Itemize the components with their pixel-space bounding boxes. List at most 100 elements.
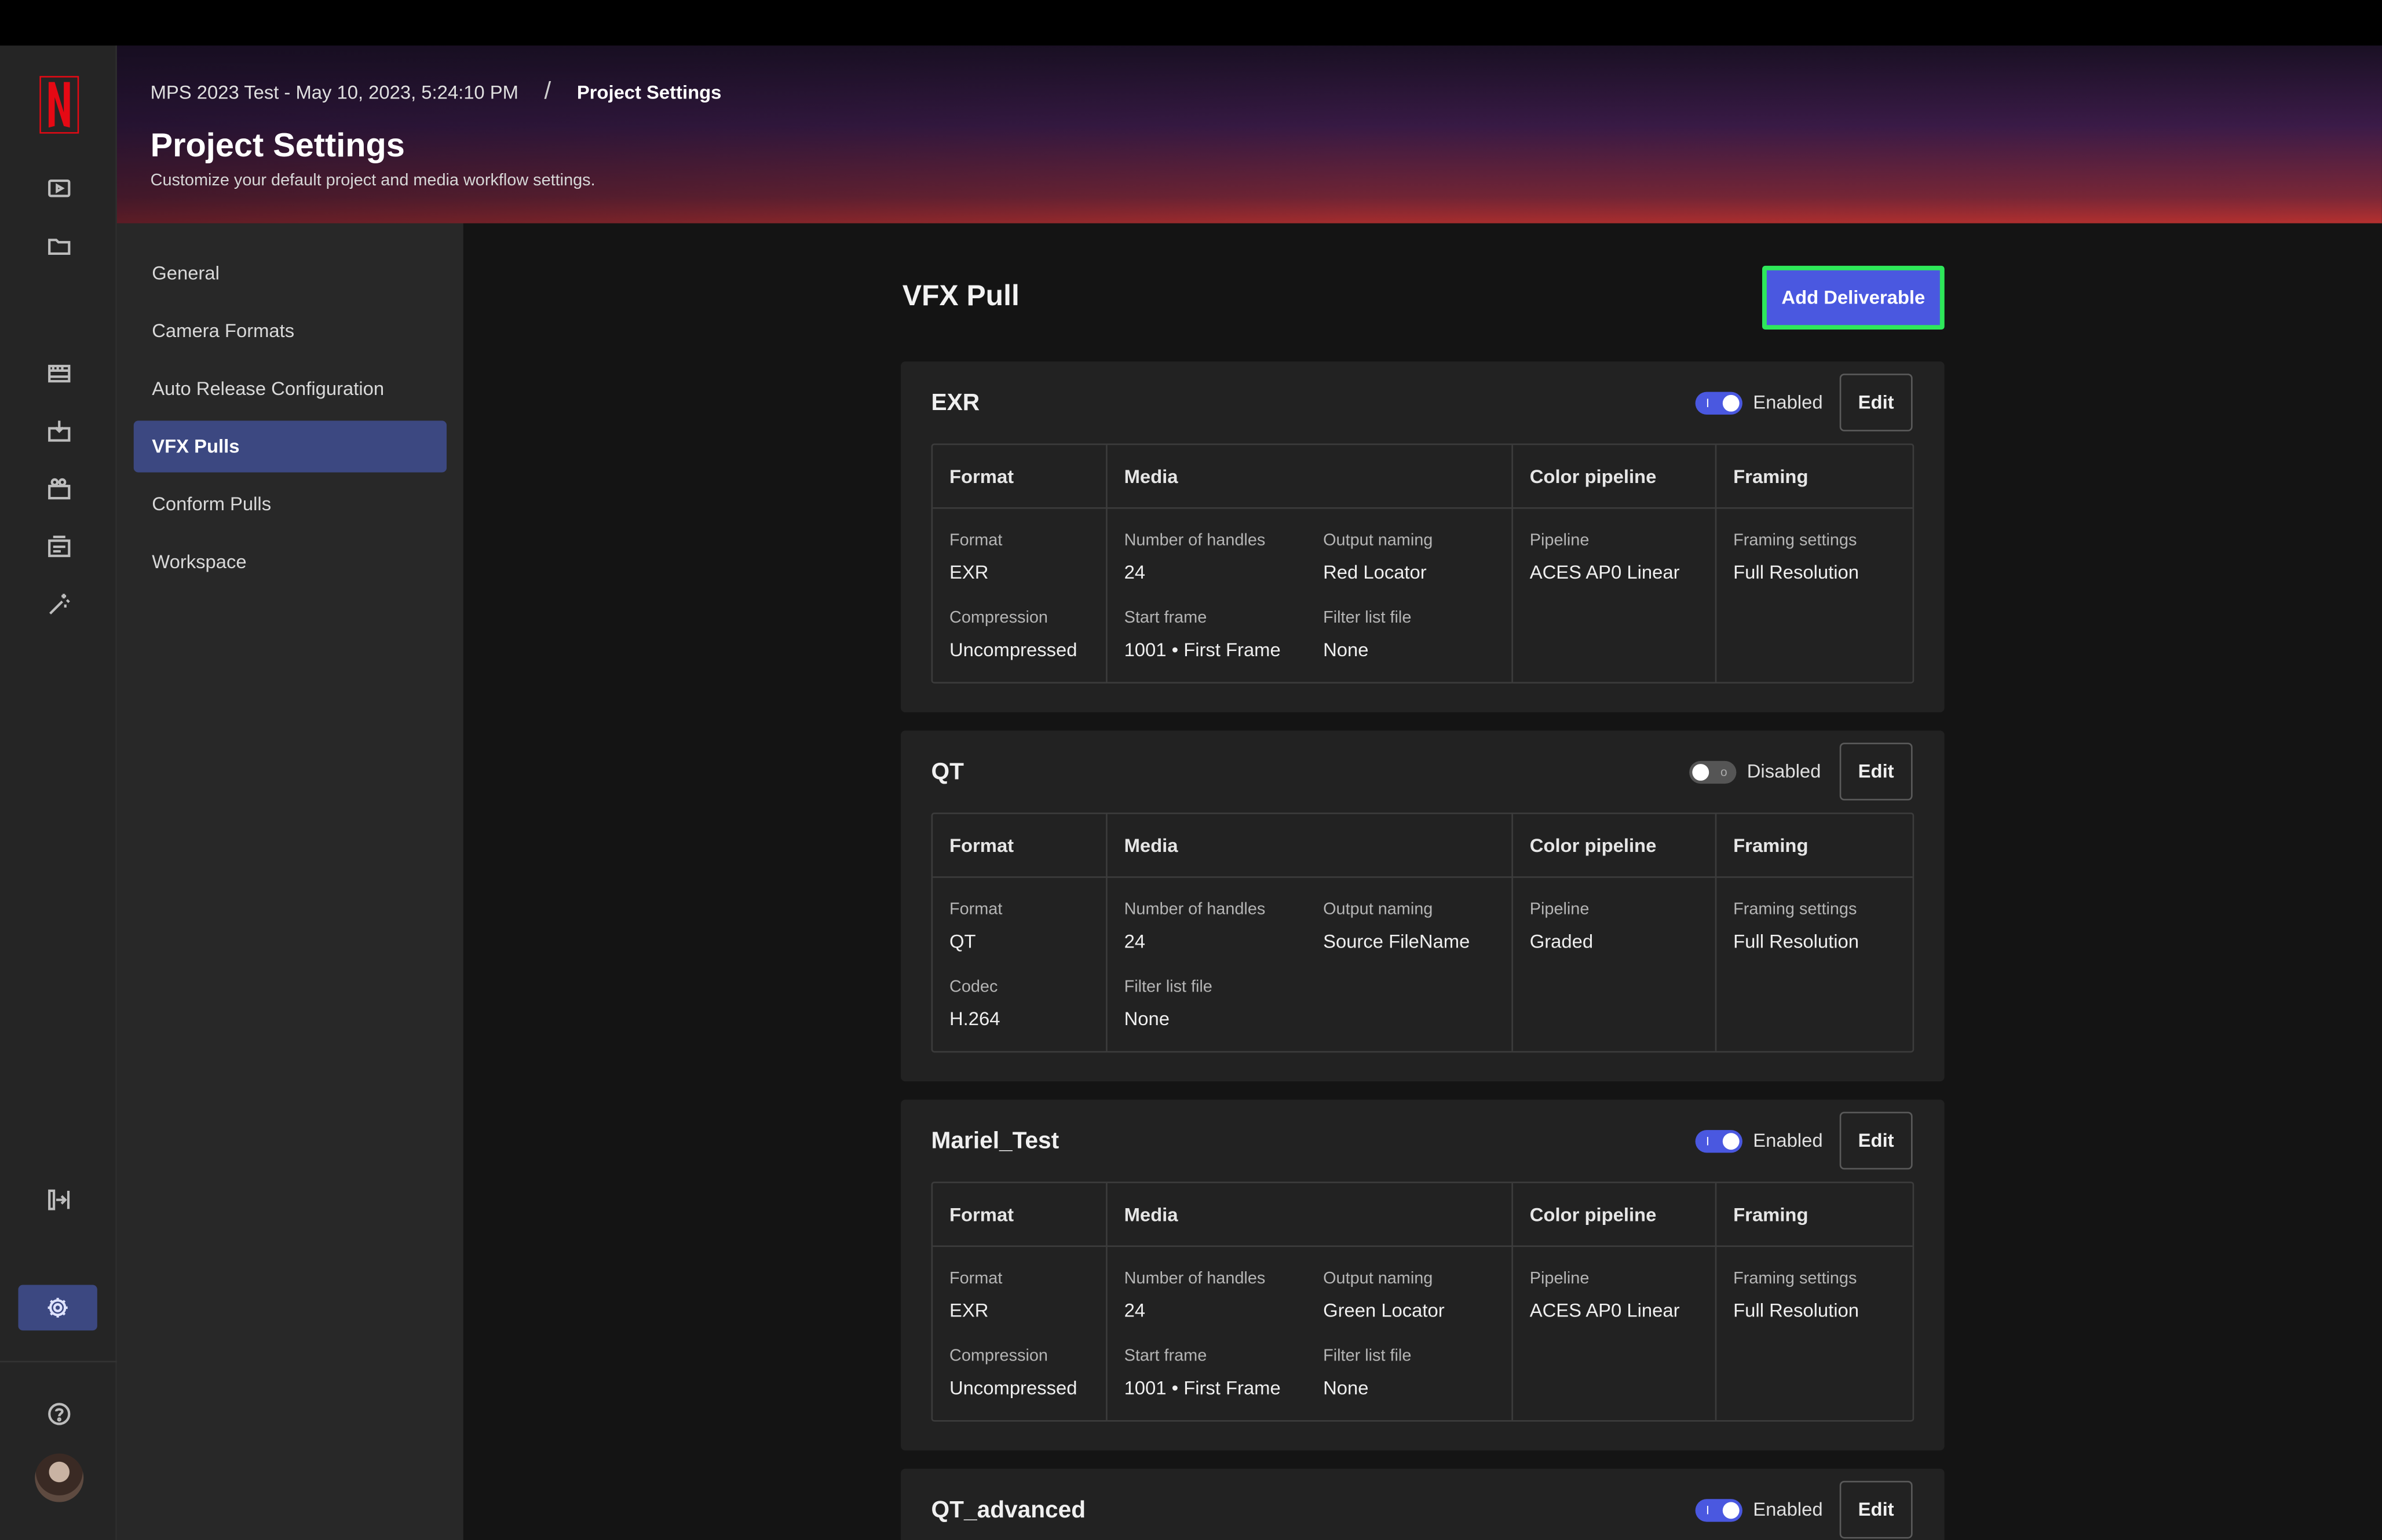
codec-value: H.264	[949, 1008, 1000, 1030]
compression-label: Compression	[949, 609, 1048, 628]
camera-icon[interactable]	[41, 471, 78, 507]
header-color-pipeline: Color pipeline	[1529, 835, 1657, 857]
app-window: MPS 2023 Test - May 10, 2023, 5:24:10 PM…	[0, 0, 2382, 1540]
user-avatar[interactable]	[35, 1453, 84, 1502]
breadcrumb: MPS 2023 Test - May 10, 2023, 5:24:10 PM…	[151, 79, 722, 106]
toggle-knob	[1722, 394, 1740, 412]
settings-subnav: General Camera Formats Auto Release Conf…	[116, 223, 463, 1540]
deliverable-settings-table: Format Media Color pipeline Framing Form…	[931, 812, 1915, 1053]
compression-value: Uncompressed	[949, 1377, 1077, 1399]
enabled-toggle[interactable]: I	[1695, 1499, 1742, 1522]
start-frame-label: Start frame	[1124, 1347, 1207, 1366]
toggle-knob	[1722, 1133, 1740, 1150]
rail-divider	[0, 1360, 117, 1363]
header-format: Format	[949, 466, 1014, 488]
toggle-knob	[1692, 764, 1709, 781]
header-format: Format	[949, 835, 1014, 857]
column-divider	[1715, 814, 1717, 1051]
page-header: MPS 2023 Test - May 10, 2023, 5:24:10 PM…	[116, 45, 2382, 224]
edit-button[interactable]: Edit	[1839, 742, 1913, 801]
header-framing: Framing	[1733, 466, 1809, 488]
enabled-toggle[interactable]: I	[1695, 1130, 1742, 1153]
deliverable-settings-table: Format Media Color pipeline Framing Form…	[931, 1181, 1915, 1422]
add-deliverable-button[interactable]: Add Deliverable	[1762, 265, 1945, 330]
breadcrumb-project[interactable]: MPS 2023 Test - May 10, 2023, 5:24:10 PM	[151, 82, 518, 104]
handles-value: 24	[1124, 1300, 1146, 1322]
magic-wand-icon[interactable]	[41, 586, 78, 623]
deliverable-card-qt: QT o Disabled Edit Format Media Color pi…	[901, 730, 1945, 1082]
codec-label: Codec	[949, 978, 998, 997]
column-divider	[1715, 1183, 1717, 1420]
play-icon[interactable]	[41, 170, 78, 207]
deliverable-card-qt-advanced: QT_advanced I Enabled Edit	[901, 1468, 1945, 1540]
output-naming-label: Output naming	[1323, 1270, 1433, 1288]
column-divider	[1511, 1183, 1513, 1420]
deliverable-card-exr: EXR I Enabled Edit Format Media Color pi…	[901, 361, 1945, 712]
pipeline-value: ACES AP0 Linear	[1529, 1300, 1680, 1322]
output-naming-label: Output naming	[1323, 901, 1433, 919]
column-divider	[1106, 814, 1108, 1051]
enabled-toggle[interactable]: I	[1695, 392, 1742, 415]
settings-gear-icon[interactable]	[18, 1285, 97, 1331]
enabled-toggle[interactable]: o	[1689, 760, 1737, 784]
film-strip-icon[interactable]	[41, 356, 78, 392]
edit-button[interactable]: Edit	[1839, 1480, 1913, 1539]
pipeline-label: Pipeline	[1529, 531, 1590, 550]
start-frame-label: Start frame	[1124, 609, 1207, 628]
deliverable-title: Mariel_Test	[931, 1128, 1060, 1155]
edit-button[interactable]: Edit	[1839, 374, 1913, 431]
framing-settings-value: Full Resolution	[1733, 562, 1859, 584]
subnav-item-auto-release-configuration[interactable]: Auto Release Configuration	[134, 363, 447, 415]
column-divider	[1106, 1183, 1108, 1420]
column-divider	[1715, 445, 1717, 682]
page-title: Project Settings	[150, 126, 405, 164]
filter-list-label: Filter list file	[1124, 978, 1212, 997]
handles-label: Number of handles	[1124, 531, 1266, 550]
column-divider	[1511, 814, 1513, 1051]
toggle-on-mark-icon: I	[1705, 1504, 1709, 1517]
framing-settings-value: Full Resolution	[1733, 931, 1859, 953]
output-naming-label: Output naming	[1323, 531, 1433, 550]
handles-value: 24	[1124, 562, 1146, 584]
deliverable-title: QT_advanced	[931, 1497, 1086, 1524]
subnav-item-camera-formats[interactable]: Camera Formats	[134, 305, 447, 357]
subnav-item-general[interactable]: General	[134, 247, 447, 299]
format-label: Format	[949, 1270, 1003, 1288]
framing-settings-label: Framing settings	[1733, 1270, 1857, 1288]
edit-button[interactable]: Edit	[1839, 1111, 1913, 1170]
header-framing: Framing	[1733, 1204, 1809, 1226]
subnav-item-vfx-pulls[interactable]: VFX Pulls	[133, 420, 447, 473]
netflix-logo[interactable]	[39, 76, 79, 134]
folder-icon[interactable]	[41, 228, 78, 264]
deliverables-icon[interactable]	[41, 529, 78, 565]
column-divider	[1511, 445, 1513, 682]
toggle-knob	[1722, 1502, 1740, 1519]
start-frame-value: 1001 • First Frame	[1124, 1377, 1281, 1399]
top-bar	[0, 0, 2382, 46]
subnav-item-conform-pulls[interactable]: Conform Pulls	[134, 478, 447, 530]
deliverable-title: QT	[931, 759, 964, 785]
media-download-icon[interactable]	[41, 413, 78, 449]
framing-settings-value: Full Resolution	[1733, 1300, 1859, 1322]
handles-value: 24	[1124, 931, 1146, 953]
header-divider	[933, 876, 1913, 878]
header-divider	[933, 1245, 1913, 1247]
pipeline-label: Pipeline	[1529, 1270, 1590, 1288]
pipeline-value: ACES AP0 Linear	[1529, 562, 1680, 584]
expand-sidebar-icon[interactable]	[41, 1181, 78, 1218]
toggle-status-label: Enabled	[1753, 392, 1823, 414]
header-media: Media	[1124, 835, 1178, 857]
breadcrumb-separator: /	[544, 79, 551, 105]
header-framing: Framing	[1733, 835, 1809, 857]
filter-list-value: None	[1323, 639, 1369, 661]
toggle-status-label: Enabled	[1753, 1499, 1823, 1521]
header-color-pipeline: Color pipeline	[1529, 466, 1657, 488]
compression-value: Uncompressed	[949, 639, 1077, 661]
header-divider	[933, 507, 1913, 509]
handles-label: Number of handles	[1124, 901, 1266, 919]
main-content: VFX Pull Add Deliverable EXR I Enabled E…	[463, 223, 2382, 1540]
help-icon[interactable]	[41, 1396, 78, 1432]
deliverable-title: EXR	[931, 390, 980, 416]
subnav-item-workspace[interactable]: Workspace	[134, 536, 447, 588]
start-frame-value: 1001 • First Frame	[1124, 639, 1281, 661]
